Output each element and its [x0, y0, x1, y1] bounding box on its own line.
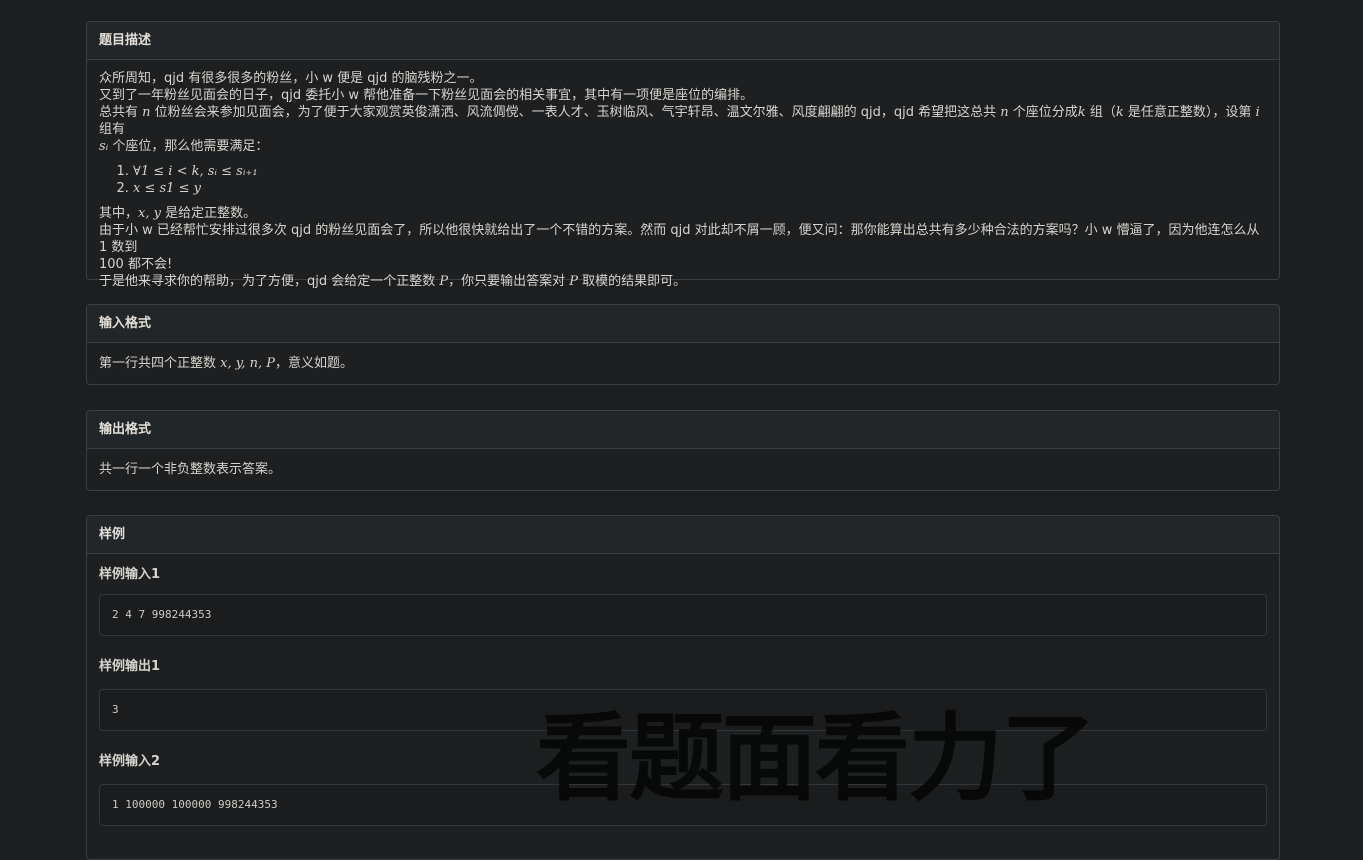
math-inputs: x, y, n, P [220, 356, 276, 371]
description-line-6: 由于小 w 已经帮忙安排过很多次 qjd 的粉丝见面会了，所以他很快就给出了一个… [99, 223, 1260, 255]
text-segment: 个座位，那么他需要满足： [108, 139, 269, 154]
text-segment: 组（ [1085, 105, 1116, 120]
input-format-body: 第一行共四个正整数 x, y, n, P，意义如题。 [87, 343, 1279, 382]
sample-label: 样例输入1 [99, 567, 161, 582]
condition-item-1: ∀1 ≤ i < k, sᵢ ≤ sᵢ₊₁ [133, 163, 1267, 180]
math-i: i [1255, 105, 1260, 120]
text-segment: 其中， [99, 206, 139, 221]
condition-formula: x ≤ s1 ≤ y [133, 181, 201, 196]
samples-panel: 样例 样例输入1 2 4 7 998244353 样例输出1 3 样例输入2 1… [86, 515, 1280, 860]
description-line-3: 总共有 n 位粉丝会来参加见面会，为了便于大家观赏英俊潇洒、风流倜傥、一表人才、… [99, 104, 1267, 138]
sample-input-2-box[interactable]: 1 100000 100000 998244353 [99, 784, 1267, 826]
sample-label: 样例输入2 [99, 754, 161, 769]
description-line-5: 其中，x, y 是给定正整数。 [99, 205, 1267, 222]
math-p: P [439, 274, 449, 289]
text-segment: 是给定正整数。 [160, 206, 257, 221]
sample-code: 3 [112, 703, 119, 716]
text-segment: ，意义如题。 [275, 356, 354, 371]
text-segment: ，你只要输出答案对 [448, 274, 570, 289]
text-segment: 总共有 [99, 105, 143, 120]
condition-item-2: x ≤ s1 ≤ y [133, 180, 1267, 197]
sample-input-1-box[interactable]: 2 4 7 998244353 [99, 594, 1267, 636]
sample-output-1-box[interactable]: 3 [99, 689, 1267, 731]
description-panel: 题目描述 众所周知，qjd 有很多很多的粉丝，小 w 便是 qjd 的脑残粉之一… [86, 21, 1280, 289]
samples-title: 样例 [87, 516, 1279, 554]
description-line-7: 100 都不会! [99, 257, 173, 272]
text-segment: 组有 [99, 122, 126, 137]
text-segment: 位粉丝会来参加见面会，为了便于大家观赏英俊潇洒、风流倜傥、一表人才、玉树临风、气… [150, 105, 1001, 120]
description-line-8: 于是他来寻求你的帮助，为了方便，qjd 会给定一个正整数 P，你只要输出答案对 … [99, 273, 1267, 290]
math-n: n [1000, 105, 1009, 120]
description-title: 题目描述 [87, 22, 1279, 60]
text-segment: 取模的结果即可。 [578, 274, 687, 289]
math-k: k [1077, 105, 1086, 120]
output-format-text: 共一行一个非负整数表示答案。 [99, 462, 282, 477]
input-format-title: 输入格式 [87, 305, 1279, 343]
text-segment: 是任意正整数），设第 [1123, 105, 1256, 120]
output-format-panel: 输出格式 共一行一个非负整数表示答案。 [86, 410, 1280, 491]
input-format-text: 第一行共四个正整数 x, y, n, P，意义如题。 [99, 355, 1267, 372]
description-line-1: 众所周知，qjd 有很多很多的粉丝，小 w 便是 qjd 的脑残粉之一。 [99, 71, 483, 86]
description-line-2: 又到了一年粉丝见面会的日子，qjd 委托小 w 帮他准备一下粉丝见面会的相关事宜… [99, 88, 754, 103]
math-k: k [1115, 105, 1124, 120]
output-format-title: 输出格式 [87, 411, 1279, 449]
text-segment: 于是他来寻求你的帮助，为了方便，qjd 会给定一个正整数 [99, 274, 440, 289]
math-s-i: sᵢ [99, 139, 109, 154]
math-p: P [569, 274, 579, 289]
condition-formula: ∀1 ≤ i < k, sᵢ ≤ sᵢ₊₁ [133, 164, 258, 179]
description-line-4: sᵢ 个座位，那么他需要满足： [99, 138, 1267, 155]
text-segment: 第一行共四个正整数 [99, 356, 221, 371]
sample-code: 2 4 7 998244353 [112, 608, 212, 621]
sample-code: 1 100000 100000 998244353 [112, 798, 278, 811]
samples-body: 样例输入1 2 4 7 998244353 样例输出1 3 样例输入2 1 10… [87, 554, 1279, 826]
description-body: 众所周知，qjd 有很多很多的粉丝，小 w 便是 qjd 的脑残粉之一。 又到了… [87, 60, 1279, 300]
text-segment: 个座位分成 [1008, 105, 1078, 120]
input-format-panel: 输入格式 第一行共四个正整数 x, y, n, P，意义如题。 [86, 304, 1280, 385]
condition-list: ∀1 ≤ i < k, sᵢ ≤ sᵢ₊₁ x ≤ s1 ≤ y [99, 163, 1267, 197]
math-x-y: x, y [138, 206, 161, 221]
output-format-body: 共一行一个非负整数表示答案。 [87, 449, 1279, 488]
sample-label: 样例输出1 [99, 659, 161, 674]
math-n: n [142, 105, 151, 120]
